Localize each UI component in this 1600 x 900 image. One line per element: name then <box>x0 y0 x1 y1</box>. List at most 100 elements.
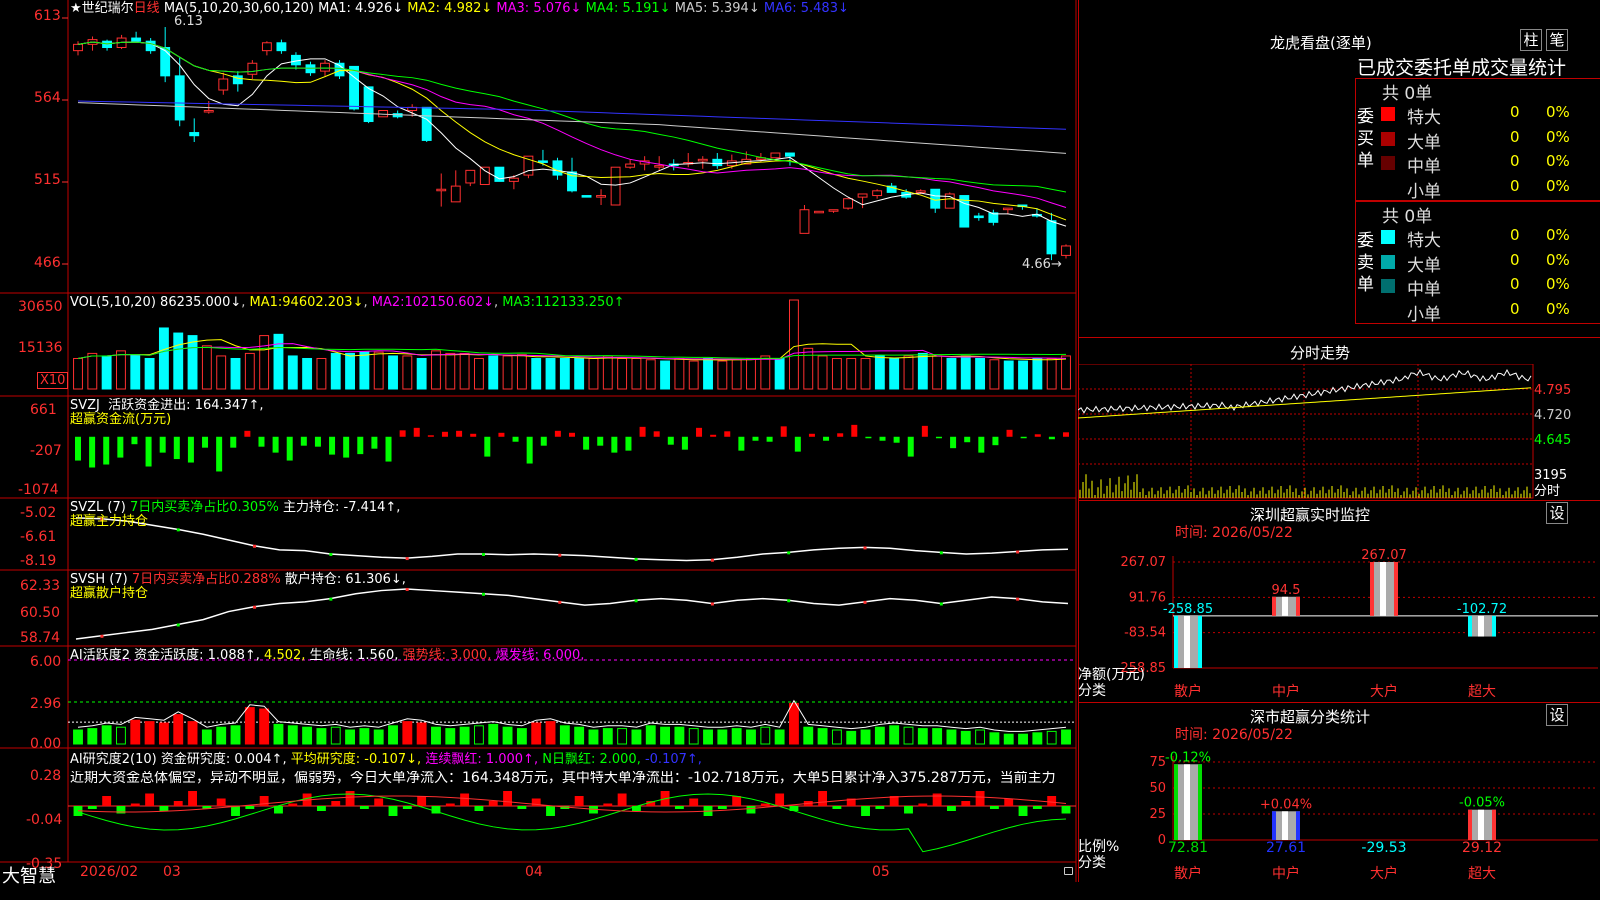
candle-body <box>1002 207 1013 211</box>
research-bar <box>1047 796 1057 806</box>
fund-flow-bar <box>117 436 124 458</box>
monitor-y-label: 91.76 <box>1129 590 1166 605</box>
main-holding-line-dot <box>710 558 714 562</box>
candle-body <box>654 165 665 168</box>
fund-flow-bar <box>371 436 378 449</box>
classify-y-label: 50 <box>1149 781 1166 796</box>
svsh-axis-label: 60.50 <box>20 605 61 621</box>
activeness-bar <box>273 723 284 745</box>
svzl-header: SVZL (7) 7日内买卖净占比0.305% 主力持仓: -7.414↑, <box>70 500 401 515</box>
activeness-bar <box>445 728 456 745</box>
svzj-axis-label: 661 <box>30 402 57 418</box>
volume-bar <box>388 355 398 390</box>
fund-flow-bar <box>1034 434 1041 437</box>
research-bar <box>603 803 613 807</box>
activeness-bar <box>889 725 900 745</box>
activeness-bar <box>259 708 270 745</box>
lock-icon[interactable] <box>1064 867 1073 875</box>
main-holding-line-dot <box>481 552 485 556</box>
period-label[interactable]: 日线 <box>134 1 160 16</box>
candle-body <box>276 42 287 52</box>
monitor-bar-edge <box>1296 596 1300 616</box>
monitor-bar-edge <box>1174 615 1178 668</box>
research-bar <box>760 803 770 807</box>
buy-row-count: 0 <box>1510 127 1520 146</box>
candle-body <box>261 42 272 52</box>
fund-flow-bar <box>978 436 985 453</box>
fund-flow-bar <box>456 430 463 437</box>
sell-row-pct: 0% <box>1546 275 1570 293</box>
volume-bar <box>545 357 556 390</box>
activeness-bar <box>173 714 184 745</box>
activeness-bar <box>617 728 628 745</box>
sell-total: 共 0单 <box>1382 207 1433 227</box>
retail-holding-line-dot <box>329 597 333 601</box>
buy-color-swatch <box>1381 156 1395 170</box>
volume-bar <box>932 355 943 390</box>
main-holding-line-dot <box>787 551 791 555</box>
fund-flow-bar <box>780 426 787 437</box>
monitor-bar-highlight <box>1380 562 1386 616</box>
activeness-bar <box>345 729 355 745</box>
volume-bar <box>459 352 470 390</box>
candle-body <box>872 190 883 197</box>
fund-flow-bar <box>823 436 830 441</box>
main-holding-line <box>75 517 1069 562</box>
bar-mode-button[interactable]: 柱 <box>1520 29 1542 51</box>
fund-flow-bar <box>540 436 547 446</box>
volume-bar <box>617 357 628 390</box>
volume-bar <box>216 355 227 390</box>
activeness-bar <box>774 729 785 745</box>
research-bar <box>689 798 699 806</box>
classify-axis-sub: 分类 <box>1078 855 1106 871</box>
volume-bar <box>1003 360 1014 390</box>
fund-flow-bar <box>696 427 703 437</box>
volume-bar <box>889 357 900 390</box>
intraday-unit: 分时 <box>1534 484 1561 499</box>
candle-body <box>450 185 461 203</box>
svsh-header: SVSH (7) 7日内买卖净占比0.288% 散户持仓: 61.306↓, <box>70 572 406 587</box>
research-bar <box>503 791 513 806</box>
fund-flow-bar <box>597 436 604 446</box>
retail-holding-line <box>75 588 1069 640</box>
intraday-chart[interactable] <box>1078 364 1600 499</box>
activeness-line <box>77 699 1067 732</box>
fund-flow-bar <box>314 436 321 447</box>
volume-bar <box>287 355 298 390</box>
svzj-axis-label: -207 <box>30 443 62 459</box>
sell-side-label: 委卖单 <box>1357 231 1374 295</box>
research-bar <box>674 806 684 809</box>
tick-mode-button[interactable]: 笔 <box>1546 29 1568 51</box>
monitor-bar-edge <box>1394 562 1398 616</box>
sell-row-label: 中单 <box>1407 280 1441 300</box>
ai-active-axis-label: 2.96 <box>30 696 62 712</box>
candle-body <box>145 40 156 52</box>
main-holding-line-dot <box>863 546 867 550</box>
activeness-bar <box>144 721 155 745</box>
volume-bar <box>846 357 857 390</box>
fund-flow-bar <box>653 431 660 437</box>
monitor-category-label: 超大 <box>1468 684 1496 700</box>
volume-bar <box>703 357 713 390</box>
activeness-bar <box>330 726 341 745</box>
candle-body <box>131 37 142 42</box>
vol-axis-label: 15136 <box>18 340 63 356</box>
fund-flow-bar <box>1020 436 1027 439</box>
research-bar <box>188 791 197 806</box>
chart-area[interactable] <box>0 0 1077 882</box>
candle-body <box>247 62 258 75</box>
research-bar <box>875 806 885 809</box>
classify-change-label: -0.12% <box>1165 750 1211 765</box>
volume-bar <box>874 355 885 390</box>
fund-flow-bar <box>1063 432 1069 437</box>
date-label: 2026/02 <box>80 864 139 880</box>
star-icon[interactable]: ★ <box>70 1 82 16</box>
activeness-bar <box>746 729 756 745</box>
volume-bar <box>402 355 413 390</box>
sell-row-label: 大单 <box>1407 255 1441 276</box>
research-line <box>77 793 1067 853</box>
volume-bar <box>803 347 814 390</box>
app-logo: 大智慧 <box>2 866 56 887</box>
activeness-bar <box>116 726 126 745</box>
volume-bar <box>789 299 799 390</box>
